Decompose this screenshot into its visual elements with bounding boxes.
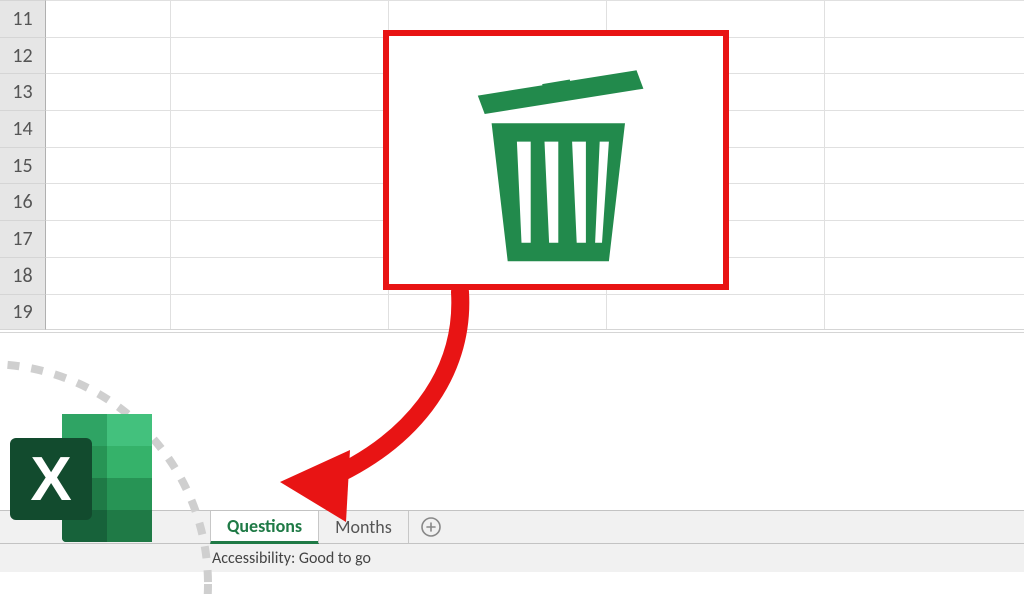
row-header[interactable]: 12 — [0, 37, 46, 74]
row-header[interactable]: 11 — [0, 0, 46, 37]
svg-text:X: X — [30, 445, 71, 514]
row-header[interactable]: 18 — [0, 257, 46, 294]
row-header[interactable]: 19 — [0, 294, 46, 331]
row-header[interactable]: 15 — [0, 147, 46, 184]
row-header[interactable]: 14 — [0, 110, 46, 147]
grid-row[interactable]: 19 — [0, 294, 1024, 331]
status-bar: Accessibility: Good to go — [0, 544, 1024, 572]
sheet-tab-months[interactable]: Months — [318, 511, 409, 543]
row-header[interactable]: 17 — [0, 220, 46, 257]
annotation-callout — [383, 30, 729, 290]
new-sheet-button[interactable] — [409, 511, 453, 543]
plus-circle-icon — [419, 515, 443, 539]
accessibility-status: Accessibility: Good to go — [212, 549, 371, 568]
sheet-tab-questions[interactable]: Questions — [210, 511, 319, 544]
row-header[interactable]: 13 — [0, 73, 46, 110]
row-header[interactable]: 16 — [0, 183, 46, 220]
trash-icon — [441, 45, 671, 275]
excel-logo: X — [6, 408, 156, 548]
row-cells[interactable] — [46, 294, 1024, 331]
